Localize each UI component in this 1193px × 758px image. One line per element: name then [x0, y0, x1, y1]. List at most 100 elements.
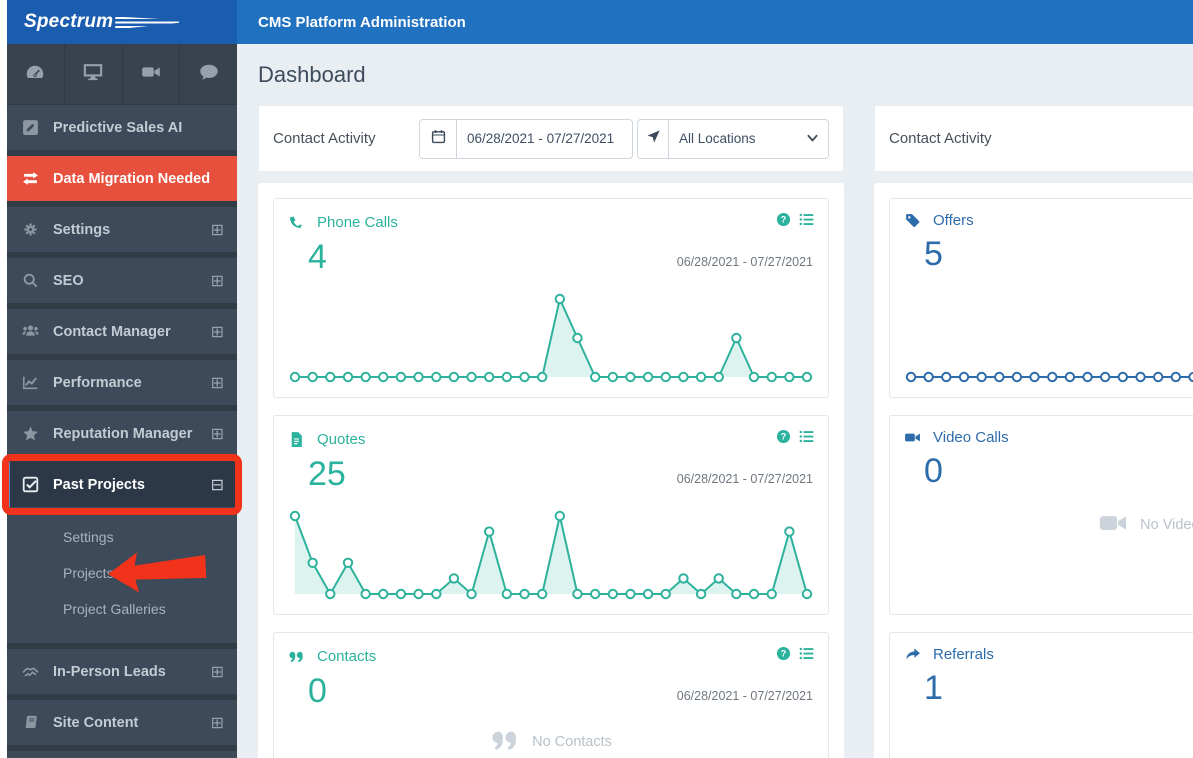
quotes-sparkline — [289, 506, 813, 602]
sidebar-item-site-content[interactable]: Site Content ⊞ — [7, 700, 237, 745]
submenu-item-project-galleries[interactable]: Project Galleries — [7, 591, 237, 627]
location-button[interactable] — [637, 118, 669, 159]
quote-icon — [490, 725, 520, 758]
svg-text:?: ? — [781, 432, 787, 442]
location-arrow-icon — [646, 129, 661, 149]
sidebar-item-label: SEO — [53, 272, 84, 289]
card-date-range: 06/28/2021 - 07/27/2021 — [676, 255, 813, 269]
tag-icon — [904, 212, 921, 229]
page-title: Dashboard — [258, 61, 366, 87]
help-icon[interactable]: ? — [776, 212, 791, 232]
card-title: Video Calls — [933, 429, 1009, 446]
screen: Spectrum Predictive Sales AI Data Migrat… — [0, 0, 1193, 758]
expand-plus-icon[interactable]: ⊞ — [211, 272, 224, 289]
quote-icon — [288, 648, 305, 665]
sidebar-item-label: In-Person Leads — [53, 663, 166, 680]
sidebar-item-label: Reputation Manager — [53, 425, 193, 442]
exchange-icon — [22, 170, 39, 187]
location-select-value: All Locations — [679, 131, 756, 146]
sidebar-item-performance[interactable]: Performance ⊞ — [7, 360, 237, 405]
chevron-down-icon — [807, 131, 818, 146]
sidebar-item-predictive-sales-ai[interactable]: Predictive Sales AI — [7, 105, 237, 150]
list-icon[interactable] — [799, 212, 814, 232]
logo[interactable]: Spectrum — [7, 0, 237, 44]
share-icon — [904, 646, 921, 663]
expand-plus-icon[interactable]: ⊞ — [211, 714, 224, 731]
annotation-highlight-rectangle — [2, 454, 242, 515]
expand-plus-icon[interactable]: ⊞ — [211, 374, 224, 391]
no-video-calls-placeholder: No Video Calls — [890, 508, 1193, 542]
referrals-value: 1 — [924, 669, 943, 707]
quotes-card: Quotes ? 25 06/28/2021 - 07/27/2021 — [273, 415, 829, 615]
comment-icon — [199, 62, 219, 87]
video-camera-icon — [141, 62, 161, 87]
card-title: Quotes — [317, 430, 366, 448]
tab-video[interactable] — [123, 44, 181, 104]
list-icon[interactable] — [799, 429, 814, 449]
card-date-range: 06/28/2021 - 07/27/2021 — [676, 689, 813, 703]
users-icon — [22, 323, 39, 340]
tachometer-icon — [25, 62, 45, 87]
list-icon[interactable] — [799, 646, 814, 666]
gear-icon — [22, 221, 39, 238]
sidebar-item-label: Contact Manager — [53, 323, 171, 340]
tab-chat[interactable] — [180, 44, 237, 104]
app-title: CMS Platform Administration — [258, 13, 466, 31]
tab-dashboard[interactable] — [7, 44, 65, 104]
filter-label: Contact Activity — [273, 130, 376, 147]
sidebar-item-label: Site Content — [53, 714, 139, 731]
pen-square-icon — [22, 119, 39, 136]
contact-activity-filter-bar: Contact Activity 06/28/2021 - 07/27/2021 — [258, 105, 844, 172]
metrics-panel-right: Offers 5 06/28/2021 - 07/27/2021 Video C… — [874, 183, 1193, 758]
annotation-arrow — [108, 552, 207, 593]
calendar-icon — [431, 129, 446, 149]
left-column: Contact Activity 06/28/2021 - 07/27/2021 — [258, 105, 844, 758]
divider — [7, 745, 237, 751]
sidebar-item-reputation-manager[interactable]: Reputation Manager ⊞ — [7, 411, 237, 456]
sidebar-item-label: Data Migration Needed — [53, 170, 211, 187]
phone-icon — [288, 214, 305, 231]
expand-plus-icon[interactable]: ⊞ — [211, 425, 224, 442]
right-column: Contact Activity 06/28/2021 - 07/27/2021 — [874, 105, 1193, 758]
sidebar-item-settings[interactable]: Settings ⊞ — [7, 207, 237, 252]
offers-card: Offers 5 06/28/2021 - 07/27/2021 — [889, 198, 1193, 398]
page-header: Dashboard — [237, 44, 1193, 105]
location-select[interactable]: All Locations — [669, 118, 829, 159]
sidebar-item-data-migration-needed[interactable]: Data Migration Needed — [7, 156, 237, 201]
expand-plus-icon[interactable]: ⊞ — [211, 663, 224, 680]
handshake-icon — [22, 663, 39, 680]
referrals-card: Referrals 1 — [889, 632, 1193, 758]
book-icon — [22, 714, 39, 731]
card-title: Contacts — [317, 647, 377, 665]
sidebar: Spectrum Predictive Sales AI Data Migrat… — [7, 0, 237, 758]
svg-text:?: ? — [781, 215, 787, 225]
contact-activity-filter-bar-2: Contact Activity 06/28/2021 - 07/27/2021 — [874, 105, 1193, 172]
help-icon[interactable]: ? — [776, 429, 791, 449]
help-icon[interactable]: ? — [776, 646, 791, 666]
metrics-panel-left: Phone Calls ? 4 06/28/2021 - 07/27/2021 — [258, 183, 844, 758]
card-title: Phone Calls — [317, 213, 398, 231]
video-calls-card: Video Calls 0 No Video Calls — [889, 415, 1193, 615]
sidebar-item-label: Predictive Sales AI — [53, 119, 183, 136]
sidebar-item-label: Performance — [53, 374, 142, 391]
date-range-input[interactable]: 06/28/2021 - 07/27/2021 — [457, 118, 633, 159]
expand-plus-icon[interactable]: ⊞ — [211, 221, 224, 238]
contacts-card: Contacts ? 0 06/28/2021 - 07/27/2021 No … — [273, 632, 829, 758]
chart-line-icon — [22, 374, 39, 391]
phone-calls-sparkline — [289, 289, 813, 385]
main-area: Dashboard Contact Activity 06/28/2021 - … — [237, 44, 1193, 758]
sidebar-item-in-person-leads[interactable]: In-Person Leads ⊞ — [7, 649, 237, 694]
svg-text:?: ? — [781, 649, 787, 659]
sidebar-item-contact-manager[interactable]: Contact Manager ⊞ — [7, 309, 237, 354]
expand-plus-icon[interactable]: ⊞ — [211, 323, 224, 340]
phone-calls-card: Phone Calls ? 4 06/28/2021 - 07/27/2021 — [273, 198, 829, 398]
sidebar-item-seo[interactable]: SEO ⊞ — [7, 258, 237, 303]
empty-text: No Video Calls — [1140, 517, 1193, 533]
calendar-button[interactable] — [419, 118, 457, 159]
video-camera-icon — [904, 429, 921, 446]
star-icon — [22, 425, 39, 442]
sidebar-item-label: Settings — [53, 221, 111, 238]
card-date-range: 06/28/2021 - 07/27/2021 — [676, 472, 813, 486]
tab-desktop[interactable] — [65, 44, 123, 104]
no-contacts-placeholder: No Contacts — [274, 725, 828, 758]
